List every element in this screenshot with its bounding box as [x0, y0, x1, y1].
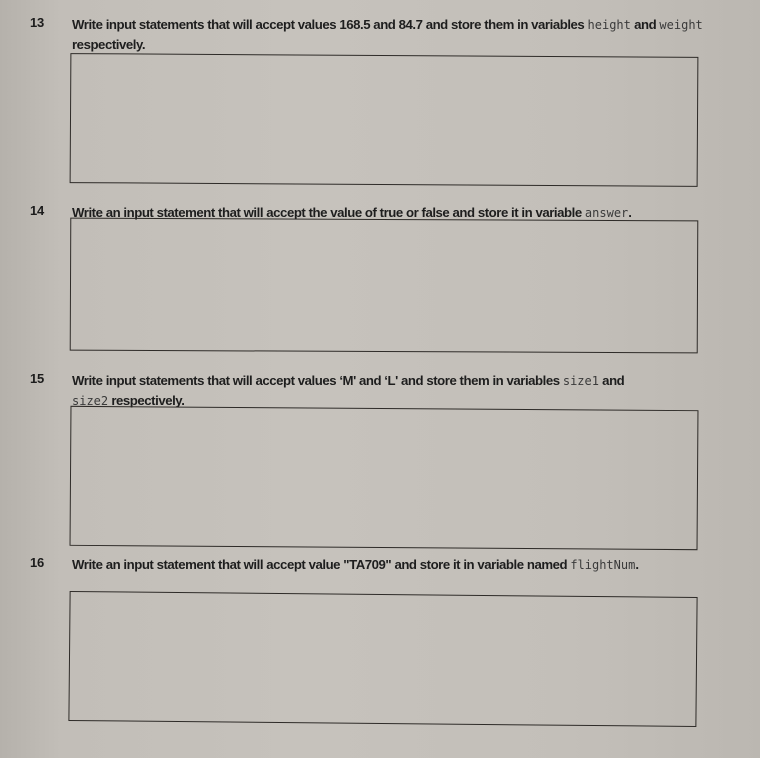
question-text-part: and [598, 373, 625, 388]
answer-box-14[interactable] [69, 217, 699, 354]
variable-name: flightNum [570, 558, 636, 572]
question-text: Write an input statement that will accep… [72, 555, 702, 575]
variable-name: weight [659, 18, 703, 32]
question-number: 16 [30, 555, 45, 570]
question-text-part: respectively. [72, 37, 146, 52]
worksheet-page: 13 Write input statements that will acce… [0, 0, 760, 758]
question-number: 14 [30, 203, 45, 218]
answer-box-13[interactable] [69, 53, 699, 187]
question-text-part: . [635, 557, 639, 572]
variable-name: height [587, 18, 631, 32]
question-number: 13 [30, 15, 45, 30]
variable-name: size1 [562, 374, 599, 388]
variable-name: answer [584, 206, 629, 220]
question-text-part: Write input statements that will accept … [72, 17, 588, 32]
question-text: Write input statements that will accept … [72, 15, 712, 55]
question-text-part: Write input statements that will accept … [72, 373, 563, 388]
question-text-part: Write an input statement that will accep… [72, 557, 571, 572]
answer-box-15[interactable] [69, 405, 699, 551]
question-text: Write input statements that will accept … [72, 371, 712, 411]
answer-box-16[interactable] [68, 590, 698, 728]
question-text-part: . [628, 205, 632, 220]
question-text-part: and [630, 17, 660, 32]
question-number: 15 [30, 371, 45, 386]
